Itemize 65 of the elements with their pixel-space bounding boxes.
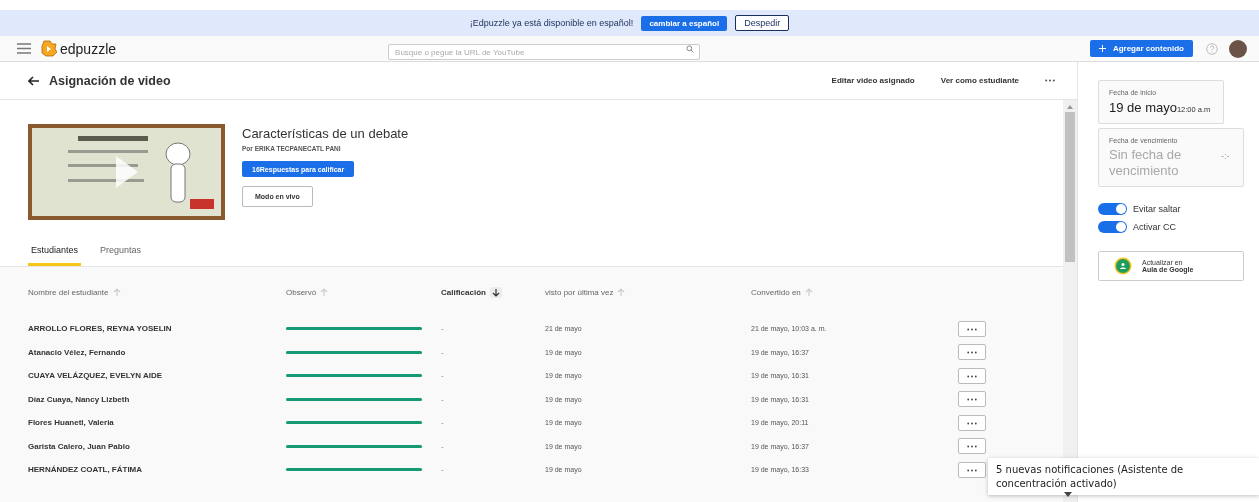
- grade-cell-text: -: [441, 441, 445, 451]
- sort-up-icon[interactable]: [804, 287, 813, 297]
- avatar[interactable]: [1229, 39, 1247, 58]
- scroll-up-icon[interactable]: [1067, 105, 1073, 109]
- sort-up-icon[interactable]: [112, 287, 121, 297]
- video-title: Características de un debate: [242, 126, 409, 141]
- search-field[interactable]: Busque o pegue la URL de YouTube: [388, 44, 701, 60]
- student-name: Atanacio Vélez, Fernando: [28, 347, 127, 357]
- student-name: Garista Calero, Juan Pablo: [28, 441, 131, 451]
- toggle-label: Activar CC: [1133, 222, 1176, 233]
- grade-cell-text: -: [441, 347, 445, 357]
- toggle-switch[interactable]: [1098, 203, 1127, 216]
- grade-cell-text: -: [441, 465, 445, 475]
- ellipsis-icon: [967, 421, 977, 425]
- more-button[interactable]: [958, 367, 986, 384]
- more-button[interactable]: [958, 438, 986, 455]
- header-link[interactable]: Ver como estudiante: [940, 76, 1019, 85]
- column-header[interactable]: visto por última vez: [545, 287, 614, 297]
- more-icon[interactable]: [1045, 79, 1055, 82]
- column-header[interactable]: Calificación: [441, 287, 486, 297]
- search-icon[interactable]: [686, 44, 695, 53]
- student-name: ARROLLO FLORES, REYNA YOSELIN: [28, 324, 173, 334]
- menu-icon[interactable]: [17, 43, 31, 54]
- student-name: Flores Huanetl, Valeria: [28, 418, 115, 428]
- grade-cell-text: -: [441, 371, 445, 381]
- switch-language-button[interactable]: cambiar a español: [641, 15, 728, 31]
- student-name: HERNÁNDEZ COATL, FÁTIMA: [28, 465, 144, 475]
- more-button[interactable]: [958, 320, 986, 337]
- sort-up-icon[interactable]: [320, 287, 329, 297]
- plus-icon: [1098, 45, 1106, 52]
- column-header[interactable]: Observó: [286, 287, 317, 297]
- sort-down-icon[interactable]: [491, 287, 500, 297]
- grade-cell-text: -: [441, 324, 445, 334]
- more-button[interactable]: [958, 391, 986, 408]
- caret-icon[interactable]: [1064, 492, 1072, 497]
- more-button[interactable]: [958, 414, 986, 431]
- column-header[interactable]: Convertido en: [751, 287, 801, 297]
- page-title: Asignación de video: [49, 73, 171, 88]
- logo-text: edpuzzle: [60, 40, 117, 57]
- grade-cell-text: -: [441, 418, 445, 428]
- ellipsis-icon: [967, 351, 977, 355]
- ellipsis-icon: [967, 445, 977, 449]
- classroom-icon: [1114, 257, 1132, 276]
- ellipsis-icon: [967, 327, 977, 331]
- student-name: Díaz Cuaya, Nancy Lizbeth: [28, 394, 131, 404]
- help-icon[interactable]: [1206, 42, 1218, 55]
- toggle-label: Evitar saltar: [1133, 204, 1181, 215]
- header-link[interactable]: Editar video asignado: [831, 76, 915, 85]
- column-header[interactable]: Nombre del estudiante: [28, 287, 109, 297]
- ellipsis-icon: [967, 374, 977, 378]
- notification-toast: 5 nuevas notificaciones (Asistente de concentración activado): [988, 458, 1259, 495]
- student-name: CUAYA VELÁZQUEZ, EVELYN AIDE: [28, 371, 164, 381]
- back-arrow-icon[interactable]: [28, 75, 39, 86]
- more-button[interactable]: [958, 461, 986, 478]
- dismiss-button[interactable]: Despedir: [735, 15, 790, 31]
- tab[interactable]: Preguntas: [97, 245, 145, 266]
- add-content-button[interactable]: Agregar contenido: [1089, 40, 1193, 57]
- toggle-switch[interactable]: [1098, 221, 1127, 234]
- grade-cell-text: -: [441, 394, 445, 404]
- puzzle-logo-icon[interactable]: [41, 40, 57, 57]
- ellipsis-icon: [967, 468, 977, 472]
- banner-message: ¡Edpuzzle ya está disponible en español!: [469, 18, 634, 28]
- more-button[interactable]: [958, 344, 986, 361]
- sort-up-icon[interactable]: [617, 287, 626, 297]
- ellipsis-icon: [967, 398, 977, 402]
